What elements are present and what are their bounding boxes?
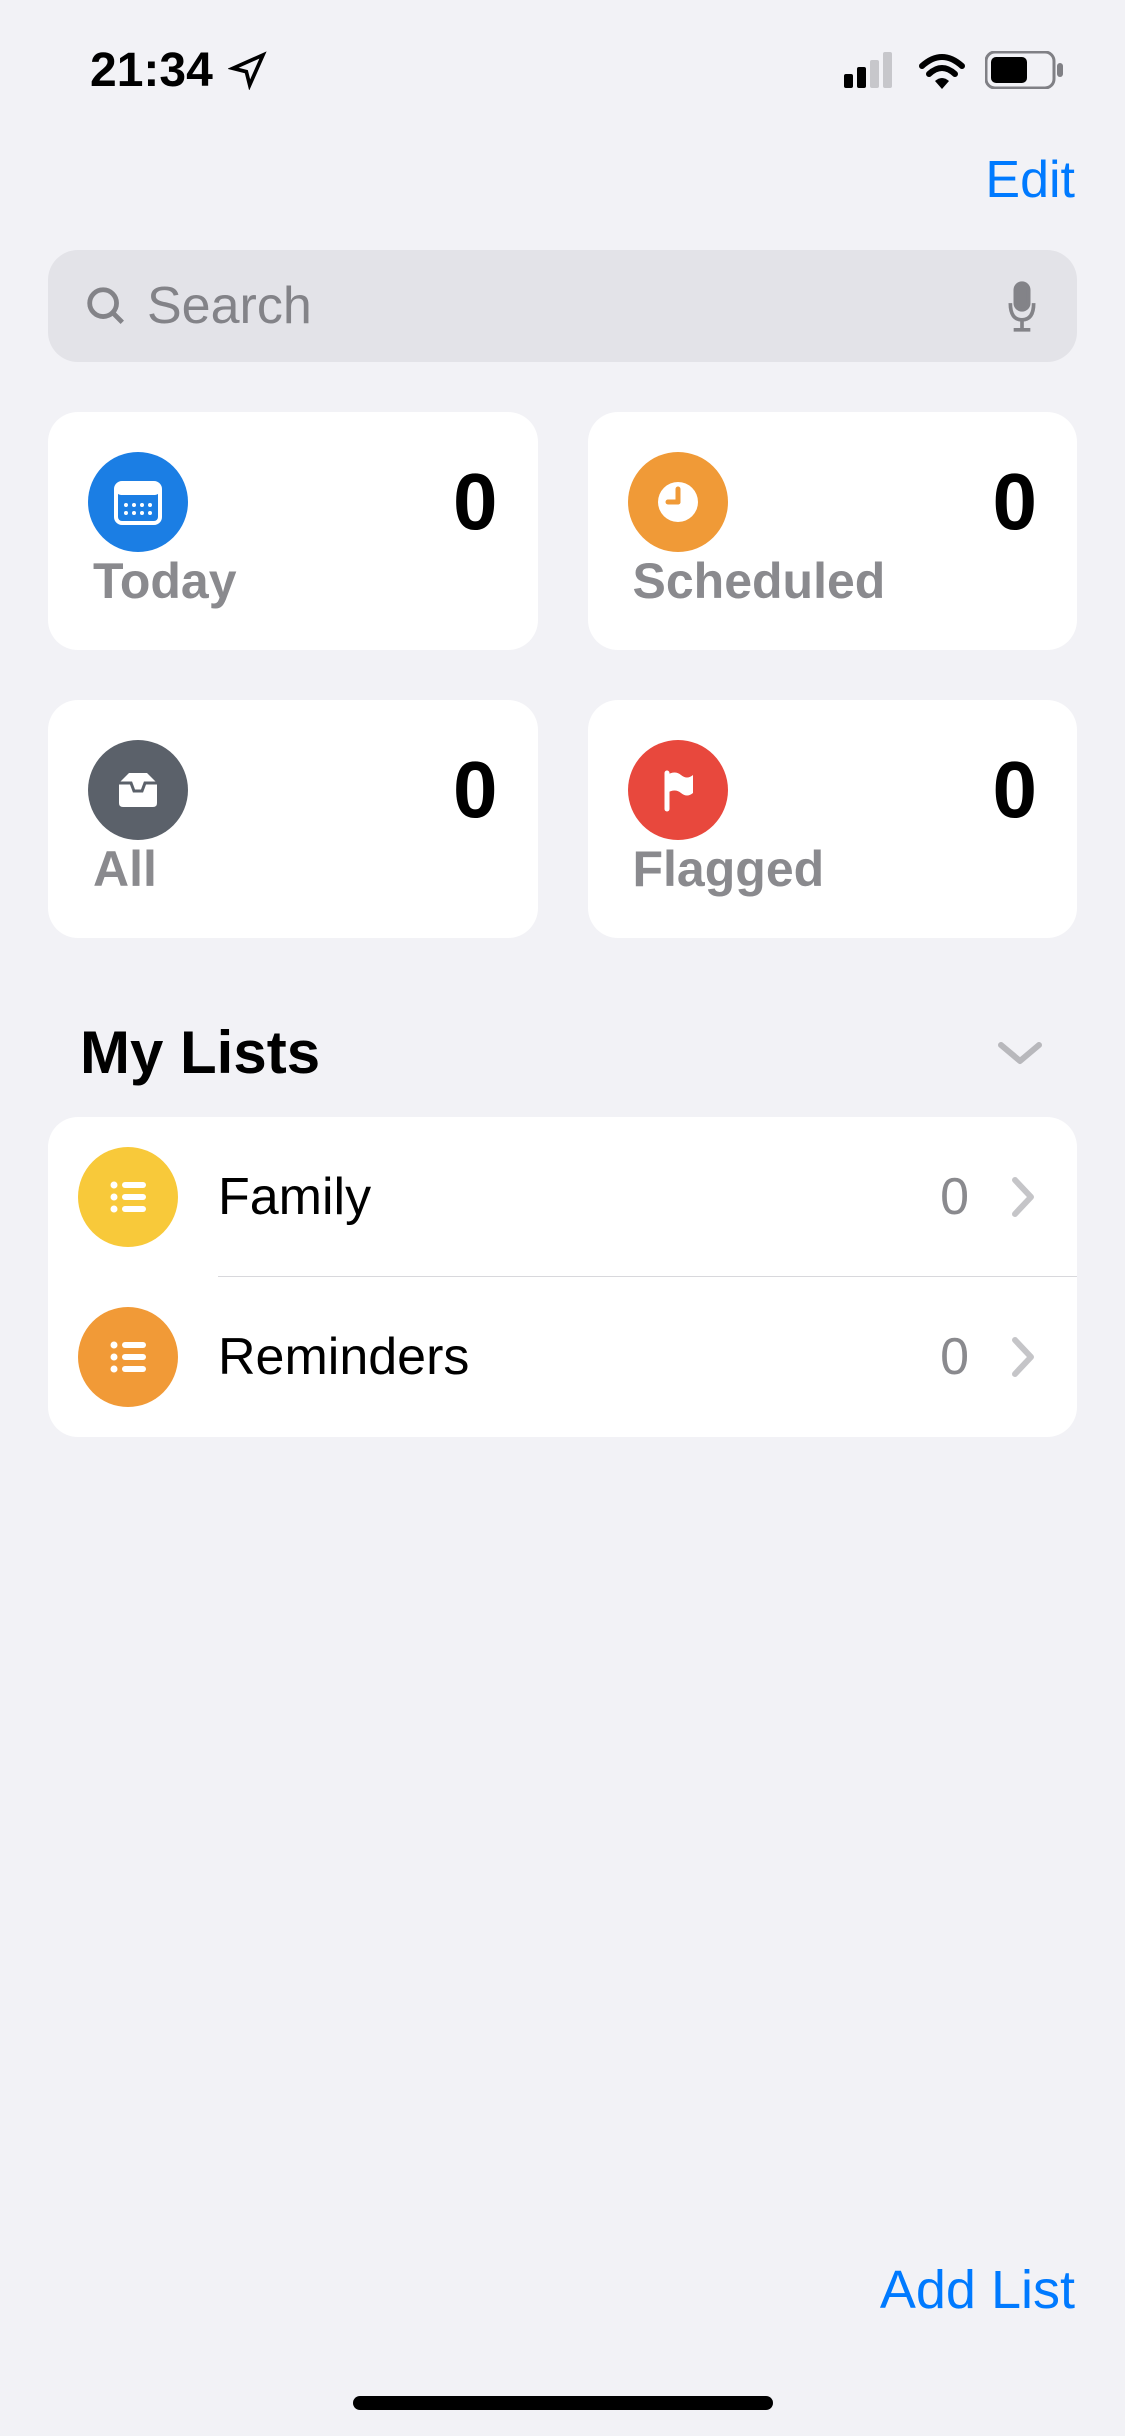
location-icon (228, 50, 268, 90)
add-list-button[interactable]: Add List (880, 2259, 1075, 2321)
search-input[interactable] (147, 276, 984, 336)
wifi-icon (917, 51, 967, 89)
edit-button[interactable]: Edit (985, 150, 1075, 210)
list-count: 0 (940, 1167, 969, 1227)
all-card[interactable]: 0 All (48, 700, 538, 938)
cellular-icon (844, 52, 899, 88)
flag-icon (628, 740, 728, 840)
calendar-icon (88, 452, 188, 552)
lists-container: Family 0 Reminders 0 (48, 1117, 1077, 1437)
list-bullets-icon (78, 1147, 178, 1247)
my-lists-header[interactable]: My Lists (0, 1018, 1125, 1117)
list-count: 0 (940, 1327, 969, 1387)
chevron-right-icon (1009, 1174, 1037, 1220)
flagged-label: Flagged (628, 840, 1038, 898)
flagged-card[interactable]: 0 Flagged (588, 700, 1078, 938)
bottom-bar: Add List (880, 2259, 1075, 2321)
home-indicator[interactable] (353, 2396, 773, 2410)
status-bar: 21:34 (0, 0, 1125, 120)
all-count: 0 (453, 744, 498, 836)
inbox-icon (88, 740, 188, 840)
status-time-container: 21:34 (90, 43, 268, 98)
chevron-down-icon (995, 1037, 1045, 1069)
my-lists-title: My Lists (80, 1018, 320, 1087)
today-card[interactable]: 0 Today (48, 412, 538, 650)
mic-icon[interactable] (1002, 279, 1042, 334)
list-bullets-icon (78, 1307, 178, 1407)
scheduled-count: 0 (993, 456, 1038, 548)
all-label: All (88, 840, 498, 898)
battery-icon (985, 51, 1065, 89)
list-item-family[interactable]: Family 0 (48, 1117, 1077, 1277)
scheduled-label: Scheduled (628, 552, 1038, 610)
search-bar[interactable] (48, 250, 1077, 362)
search-icon (83, 283, 129, 329)
status-indicators (844, 51, 1065, 89)
list-name: Reminders (218, 1327, 900, 1387)
today-count: 0 (453, 456, 498, 548)
chevron-right-icon (1009, 1334, 1037, 1380)
smart-lists-grid: 0 Today 0 Scheduled 0 (0, 412, 1125, 938)
flagged-count: 0 (993, 744, 1038, 836)
scheduled-card[interactable]: 0 Scheduled (588, 412, 1078, 650)
list-item-reminders[interactable]: Reminders 0 (48, 1277, 1077, 1437)
clock-icon (628, 452, 728, 552)
top-nav: Edit (0, 120, 1125, 250)
status-time: 21:34 (90, 43, 213, 98)
today-label: Today (88, 552, 498, 610)
list-name: Family (218, 1167, 900, 1227)
